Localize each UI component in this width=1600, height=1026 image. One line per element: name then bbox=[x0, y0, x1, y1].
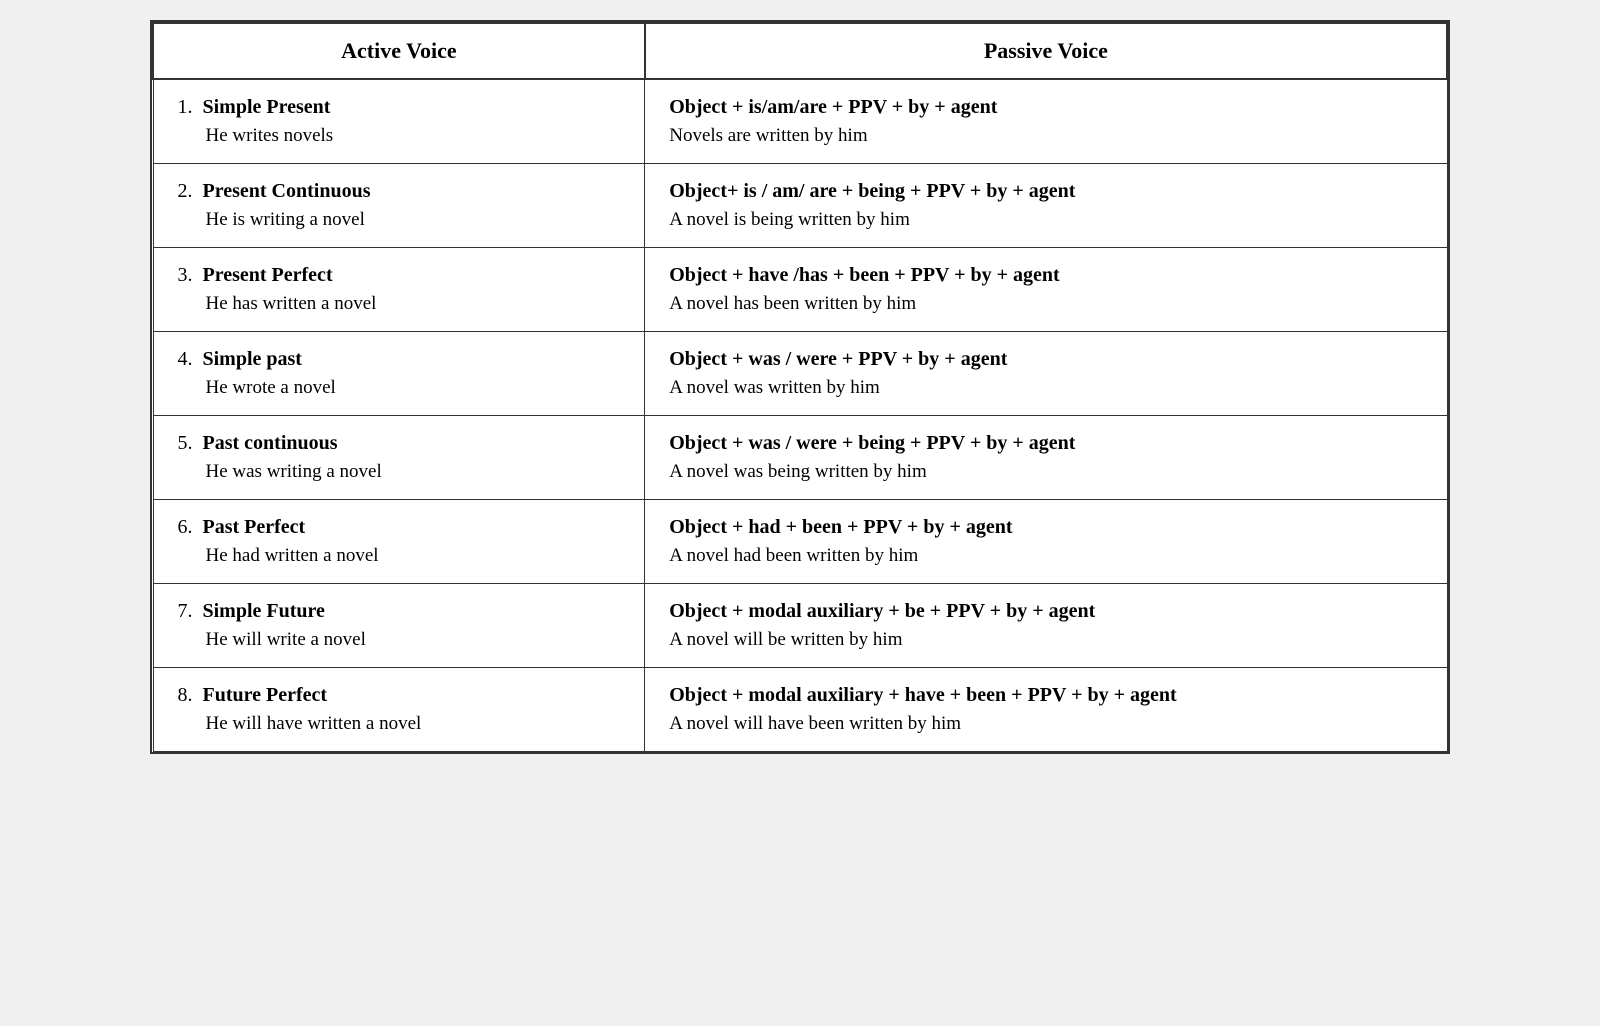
tense-name-6: Past Perfect bbox=[203, 516, 306, 538]
passive-example-2: A novel is being written by him bbox=[669, 209, 1422, 231]
active-cell-4: 4. Simple past He wrote a novel bbox=[153, 332, 645, 416]
tense-header-1: 1. Simple Present bbox=[178, 96, 621, 119]
active-example-1: He writes novels bbox=[206, 125, 621, 147]
tense-header-5: 5. Past continuous bbox=[178, 432, 621, 455]
passive-formula-4: Object + was / were + PPV + by + agent bbox=[669, 348, 1422, 371]
tense-name-2: Present Continuous bbox=[203, 180, 371, 202]
passive-cell-7: Object + modal auxiliary + be + PPV + by… bbox=[645, 584, 1447, 668]
passive-formula-8: Object + modal auxiliary + have + been +… bbox=[669, 684, 1422, 707]
tense-name-5: Past continuous bbox=[203, 432, 338, 454]
passive-formula-1: Object + is/am/are + PPV + by + agent bbox=[669, 96, 1422, 119]
tense-number-7: 7. bbox=[178, 600, 203, 622]
active-example-2: He is writing a novel bbox=[206, 209, 621, 231]
tense-number-3: 3. bbox=[178, 264, 203, 286]
passive-formula-7: Object + modal auxiliary + be + PPV + by… bbox=[669, 600, 1422, 623]
tense-number-2: 2. bbox=[178, 180, 203, 202]
active-cell-5: 5. Past continuous He was writing a nove… bbox=[153, 416, 645, 500]
tense-number-8: 8. bbox=[178, 684, 203, 706]
active-cell-6: 6. Past Perfect He had written a novel bbox=[153, 500, 645, 584]
passive-cell-8: Object + modal auxiliary + have + been +… bbox=[645, 668, 1447, 752]
passive-example-8: A novel will have been written by him bbox=[669, 713, 1422, 735]
passive-formula-6: Object + had + been + PPV + by + agent bbox=[669, 516, 1422, 539]
passive-example-5: A novel was being written by him bbox=[669, 461, 1422, 483]
tense-header-8: 8. Future Perfect bbox=[178, 684, 621, 707]
passive-example-7: A novel will be written by him bbox=[669, 629, 1422, 651]
tense-number-1: 1. bbox=[178, 96, 203, 118]
passive-voice-header: Passive Voice bbox=[645, 23, 1447, 79]
passive-cell-2: Object+ is / am/ are + being + PPV + by … bbox=[645, 164, 1447, 248]
passive-example-4: A novel was written by him bbox=[669, 377, 1422, 399]
active-cell-1: 1. Simple Present He writes novels bbox=[153, 79, 645, 164]
tense-number-5: 5. bbox=[178, 432, 203, 454]
tense-name-7: Simple Future bbox=[203, 600, 325, 622]
tense-name-4: Simple past bbox=[203, 348, 302, 370]
tense-header-7: 7. Simple Future bbox=[178, 600, 621, 623]
grammar-table-container: Active Voice Passive Voice 1. Simple Pre… bbox=[150, 20, 1450, 754]
tense-header-3: 3. Present Perfect bbox=[178, 264, 621, 287]
active-voice-header: Active Voice bbox=[153, 23, 645, 79]
active-cell-2: 2. Present Continuous He is writing a no… bbox=[153, 164, 645, 248]
passive-cell-6: Object + had + been + PPV + by + agent A… bbox=[645, 500, 1447, 584]
tense-number-6: 6. bbox=[178, 516, 203, 538]
tense-name-1: Simple Present bbox=[203, 96, 331, 118]
grammar-table: Active Voice Passive Voice 1. Simple Pre… bbox=[152, 22, 1448, 752]
passive-cell-4: Object + was / were + PPV + by + agent A… bbox=[645, 332, 1447, 416]
tense-name-8: Future Perfect bbox=[203, 684, 328, 706]
active-cell-8: 8. Future Perfect He will have written a… bbox=[153, 668, 645, 752]
tense-header-6: 6. Past Perfect bbox=[178, 516, 621, 539]
tense-header-2: 2. Present Continuous bbox=[178, 180, 621, 203]
passive-cell-5: Object + was / were + being + PPV + by +… bbox=[645, 416, 1447, 500]
passive-formula-5: Object + was / were + being + PPV + by +… bbox=[669, 432, 1422, 455]
active-example-8: He will have written a novel bbox=[206, 713, 621, 735]
passive-example-6: A novel had been written by him bbox=[669, 545, 1422, 567]
passive-cell-3: Object + have /has + been + PPV + by + a… bbox=[645, 248, 1447, 332]
passive-example-3: A novel has been written by him bbox=[669, 293, 1422, 315]
active-cell-3: 3. Present Perfect He has written a nove… bbox=[153, 248, 645, 332]
passive-formula-2: Object+ is / am/ are + being + PPV + by … bbox=[669, 180, 1422, 203]
active-example-4: He wrote a novel bbox=[206, 377, 621, 399]
tense-header-4: 4. Simple past bbox=[178, 348, 621, 371]
active-example-5: He was writing a novel bbox=[206, 461, 621, 483]
tense-number-4: 4. bbox=[178, 348, 203, 370]
passive-example-1: Novels are written by him bbox=[669, 125, 1422, 147]
passive-formula-3: Object + have /has + been + PPV + by + a… bbox=[669, 264, 1422, 287]
tense-name-3: Present Perfect bbox=[203, 264, 333, 286]
active-example-6: He had written a novel bbox=[206, 545, 621, 567]
active-example-7: He will write a novel bbox=[206, 629, 621, 651]
passive-cell-1: Object + is/am/are + PPV + by + agent No… bbox=[645, 79, 1447, 164]
active-example-3: He has written a novel bbox=[206, 293, 621, 315]
active-cell-7: 7. Simple Future He will write a novel bbox=[153, 584, 645, 668]
